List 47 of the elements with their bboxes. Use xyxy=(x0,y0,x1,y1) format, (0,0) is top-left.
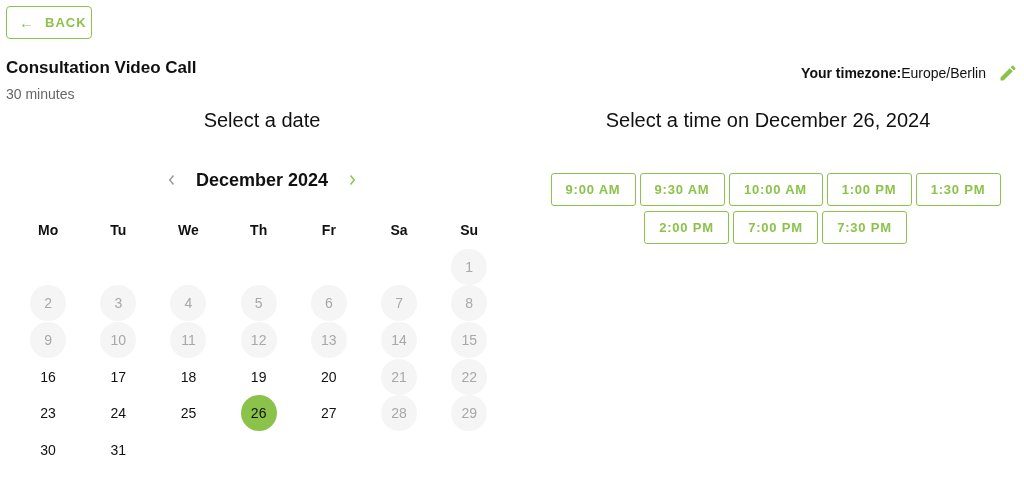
weekday-label: Sa xyxy=(390,222,408,239)
calendar-day[interactable]: 18 xyxy=(170,358,207,395)
event-duration: 30 minutes xyxy=(6,86,76,102)
calendar-day: 15 xyxy=(451,322,488,359)
calendar-day: 7 xyxy=(381,285,418,322)
calendar-day: 4 xyxy=(170,285,207,322)
timezone-label: Your timezone: xyxy=(801,65,902,81)
calendar-day: 10 xyxy=(100,322,137,359)
weekday-label: Su xyxy=(460,222,479,239)
calendar-day[interactable]: 26 xyxy=(240,395,277,432)
calendar-day: 21 xyxy=(381,358,418,395)
weekday-label: Tu xyxy=(110,222,127,239)
calendar-day[interactable]: 19 xyxy=(240,358,277,395)
weekday-label: Fr xyxy=(321,222,336,239)
calendar-day: 11 xyxy=(170,322,207,359)
weekday-label: We xyxy=(178,222,199,239)
month-label: December 2024 xyxy=(195,169,329,191)
calendar-day[interactable]: 20 xyxy=(310,358,347,395)
calendar-day: 3 xyxy=(100,285,137,322)
calendar-day: 28 xyxy=(381,395,418,432)
calendar-day: 8 xyxy=(451,285,488,322)
weekday-label: Th xyxy=(250,222,268,239)
calendar-day: 5 xyxy=(240,285,277,322)
calendar-day[interactable]: 24 xyxy=(100,395,137,432)
calendar-day: 1 xyxy=(451,248,488,285)
time-heading: Select a time on December 26, 2024 xyxy=(604,109,932,133)
date-heading: Select a date xyxy=(202,109,322,133)
pencil-icon[interactable] xyxy=(998,63,1018,83)
calendar-day: 9 xyxy=(30,322,67,359)
timezone-value: Europe/Berlin xyxy=(901,65,986,81)
calendar-day: 12 xyxy=(240,322,277,359)
calendar-day: 14 xyxy=(381,322,418,359)
calendar-day: 13 xyxy=(310,322,347,359)
calendar-day: 29 xyxy=(451,395,488,432)
chevron-right-icon[interactable] xyxy=(348,174,357,186)
calendar-day[interactable]: 30 xyxy=(30,431,67,468)
calendar-day[interactable]: 25 xyxy=(170,395,207,432)
calendar-day[interactable]: 27 xyxy=(310,395,347,432)
event-title: Consultation Video Call xyxy=(6,58,197,78)
calendar-day: 2 xyxy=(30,285,67,322)
calendar-day[interactable]: 17 xyxy=(100,358,137,395)
calendar-day[interactable]: 31 xyxy=(100,431,137,468)
calendar-day[interactable]: 23 xyxy=(30,395,67,432)
calendar-day: 6 xyxy=(310,285,347,322)
calendar-day: 22 xyxy=(451,358,488,395)
weekday-label: Mo xyxy=(38,222,59,239)
calendar-day[interactable]: 16 xyxy=(30,358,67,395)
